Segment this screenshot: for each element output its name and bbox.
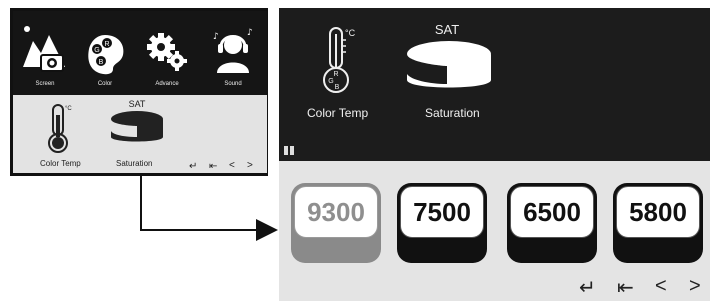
submenu-item-color-temp[interactable]: °C <box>43 101 77 160</box>
submenu-label: Color Temp <box>307 106 369 120</box>
submenu-label: Saturation <box>116 159 153 168</box>
option-tile-selected[interactable]: 9300 <box>291 183 381 263</box>
option-value: 6500 <box>510 186 594 238</box>
saturation-icon: SAT <box>407 22 491 88</box>
color-submenu-header: R G B °C Color Temp SAT Saturation <box>279 8 710 161</box>
menu-item-label: Screen <box>35 81 55 87</box>
arrow-left-icon[interactable]: < <box>229 160 235 171</box>
exit-icon[interactable]: ⇤ <box>209 161 217 172</box>
submenu-item-saturation[interactable]: SAT <box>105 97 169 160</box>
submenu-item-saturation[interactable]: SAT <box>403 20 495 105</box>
headphones-person-icon: ♪ ♪ <box>213 28 253 73</box>
option-value: 9300 <box>294 186 378 238</box>
celsius-unit: °C <box>345 28 356 38</box>
menu-item-label: Color <box>97 81 113 87</box>
menu-item-color[interactable]: G R B Color <box>79 17 131 87</box>
page-indicator <box>284 142 296 160</box>
option-value: 7500 <box>400 186 484 238</box>
exit-icon[interactable]: ⇤ <box>617 275 634 300</box>
color-palette-icon: G R B <box>88 35 124 75</box>
connector-line <box>140 176 142 230</box>
submenu-item-color-temp[interactable]: R G B °C <box>317 26 361 101</box>
arrow-right-icon[interactable]: > <box>247 160 253 171</box>
svg-text:B: B <box>335 84 340 91</box>
overview-menu-panel: Screen G R B Color Advance ♪ ♪ Sound °C … <box>10 8 268 176</box>
sat-caption: SAT <box>129 99 146 109</box>
arrow-left-icon[interactable]: < <box>655 275 667 298</box>
thermometer-icon: °C <box>48 104 72 153</box>
enter-icon[interactable]: ↵ <box>189 161 197 172</box>
mountain-camera-icon <box>23 26 65 72</box>
arrow-right-icon <box>256 219 278 241</box>
menu-item-label: Sound <box>224 81 242 87</box>
saturation-icon: SAT <box>111 99 163 142</box>
option-tile[interactable]: 6500 <box>507 183 597 263</box>
main-menu-bar: Screen G R B Color Advance ♪ ♪ Sound <box>13 11 267 105</box>
submenu-label: Saturation <box>425 106 480 120</box>
color-submenu: °C Color Temp SAT Saturation ↵ ⇤ < > <box>13 95 267 173</box>
menu-item-advance[interactable]: Advance <box>141 17 193 87</box>
celsius-unit: °C <box>65 106 72 112</box>
svg-text:R: R <box>333 71 338 78</box>
svg-text:♪: ♪ <box>247 28 253 38</box>
sat-caption: SAT <box>435 22 459 37</box>
svg-text:♪: ♪ <box>213 32 219 42</box>
menu-item-screen[interactable]: Screen <box>19 17 71 87</box>
option-tile[interactable]: 5800 <box>613 183 703 263</box>
thermometer-icon: R G B °C <box>323 27 356 93</box>
arrow-right-icon[interactable]: > <box>689 275 701 298</box>
svg-text:B: B <box>99 59 104 66</box>
color-temp-options: 9300 7500 6500 5800 ↵ ⇤ < > <box>279 161 710 301</box>
option-value: 5800 <box>616 186 700 238</box>
connector-line <box>140 229 260 231</box>
option-tile[interactable]: 7500 <box>397 183 487 263</box>
menu-item-sound[interactable]: ♪ ♪ Sound <box>207 17 259 87</box>
svg-text:G: G <box>94 47 99 54</box>
svg-text:G: G <box>328 78 333 85</box>
gears-icon <box>147 33 187 71</box>
color-detail-panel: R G B °C Color Temp SAT Saturation 9300 … <box>279 8 710 301</box>
enter-icon[interactable]: ↵ <box>579 275 596 300</box>
submenu-label: Color Temp <box>40 159 81 168</box>
svg-text:R: R <box>104 41 109 48</box>
menu-item-label: Advance <box>155 81 179 87</box>
